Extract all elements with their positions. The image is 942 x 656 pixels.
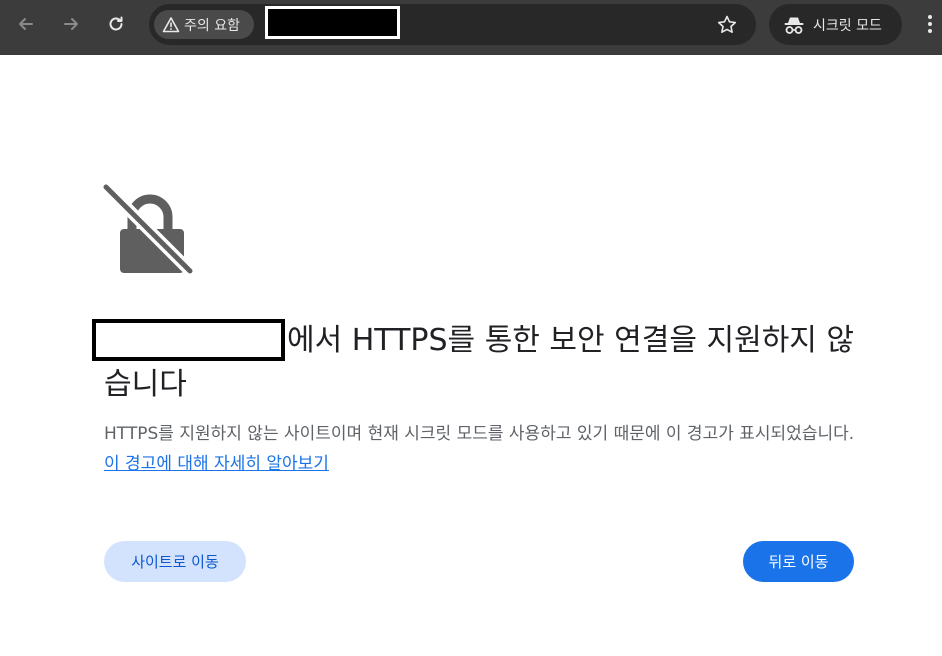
security-chip[interactable]: 주의 요함 bbox=[154, 10, 254, 39]
reload-icon bbox=[109, 16, 123, 31]
more-vertical-icon bbox=[928, 15, 932, 33]
proceed-to-site-button[interactable]: 사이트로 이동 bbox=[104, 541, 246, 582]
interstitial-page: 에서 HTTPS를 통한 보안 연결을 지원하지 않습니다 HTTPS를 지원하… bbox=[0, 55, 942, 656]
learn-more-link[interactable]: 이 경고에 대해 자세히 알아보기 bbox=[104, 454, 329, 474]
arrow-right-icon bbox=[64, 18, 78, 30]
description-text: HTTPS를 지원하지 않는 사이트이며 현재 시크릿 모드를 사용하고 있기 … bbox=[104, 424, 855, 444]
bookmark-button[interactable] bbox=[715, 13, 739, 37]
lock-slash-icon bbox=[100, 181, 200, 281]
incognito-icon bbox=[784, 17, 804, 34]
browser-menu-button[interactable] bbox=[922, 12, 938, 36]
warning-triangle-icon bbox=[162, 16, 180, 32]
address-bar[interactable]: 주의 요함 bbox=[149, 4, 756, 45]
browser-toolbar: 주의 요함 시크릿 모드 bbox=[0, 0, 942, 55]
arrow-left-icon bbox=[19, 18, 33, 30]
reload-button[interactable] bbox=[99, 7, 133, 41]
security-chip-label: 주의 요함 bbox=[184, 17, 240, 34]
forward-button[interactable] bbox=[54, 7, 88, 41]
redacted-hostname bbox=[92, 319, 285, 361]
incognito-label: 시크릿 모드 bbox=[813, 17, 882, 34]
go-back-button[interactable]: 뒤로 이동 bbox=[743, 541, 854, 582]
back-button[interactable] bbox=[9, 7, 43, 41]
redacted-url bbox=[265, 6, 400, 39]
incognito-indicator[interactable]: 시크릿 모드 bbox=[769, 4, 902, 45]
warning-description: HTTPS를 지원하지 않는 사이트이며 현재 시크릿 모드를 사용하고 있기 … bbox=[104, 419, 864, 479]
star-icon bbox=[717, 15, 737, 33]
